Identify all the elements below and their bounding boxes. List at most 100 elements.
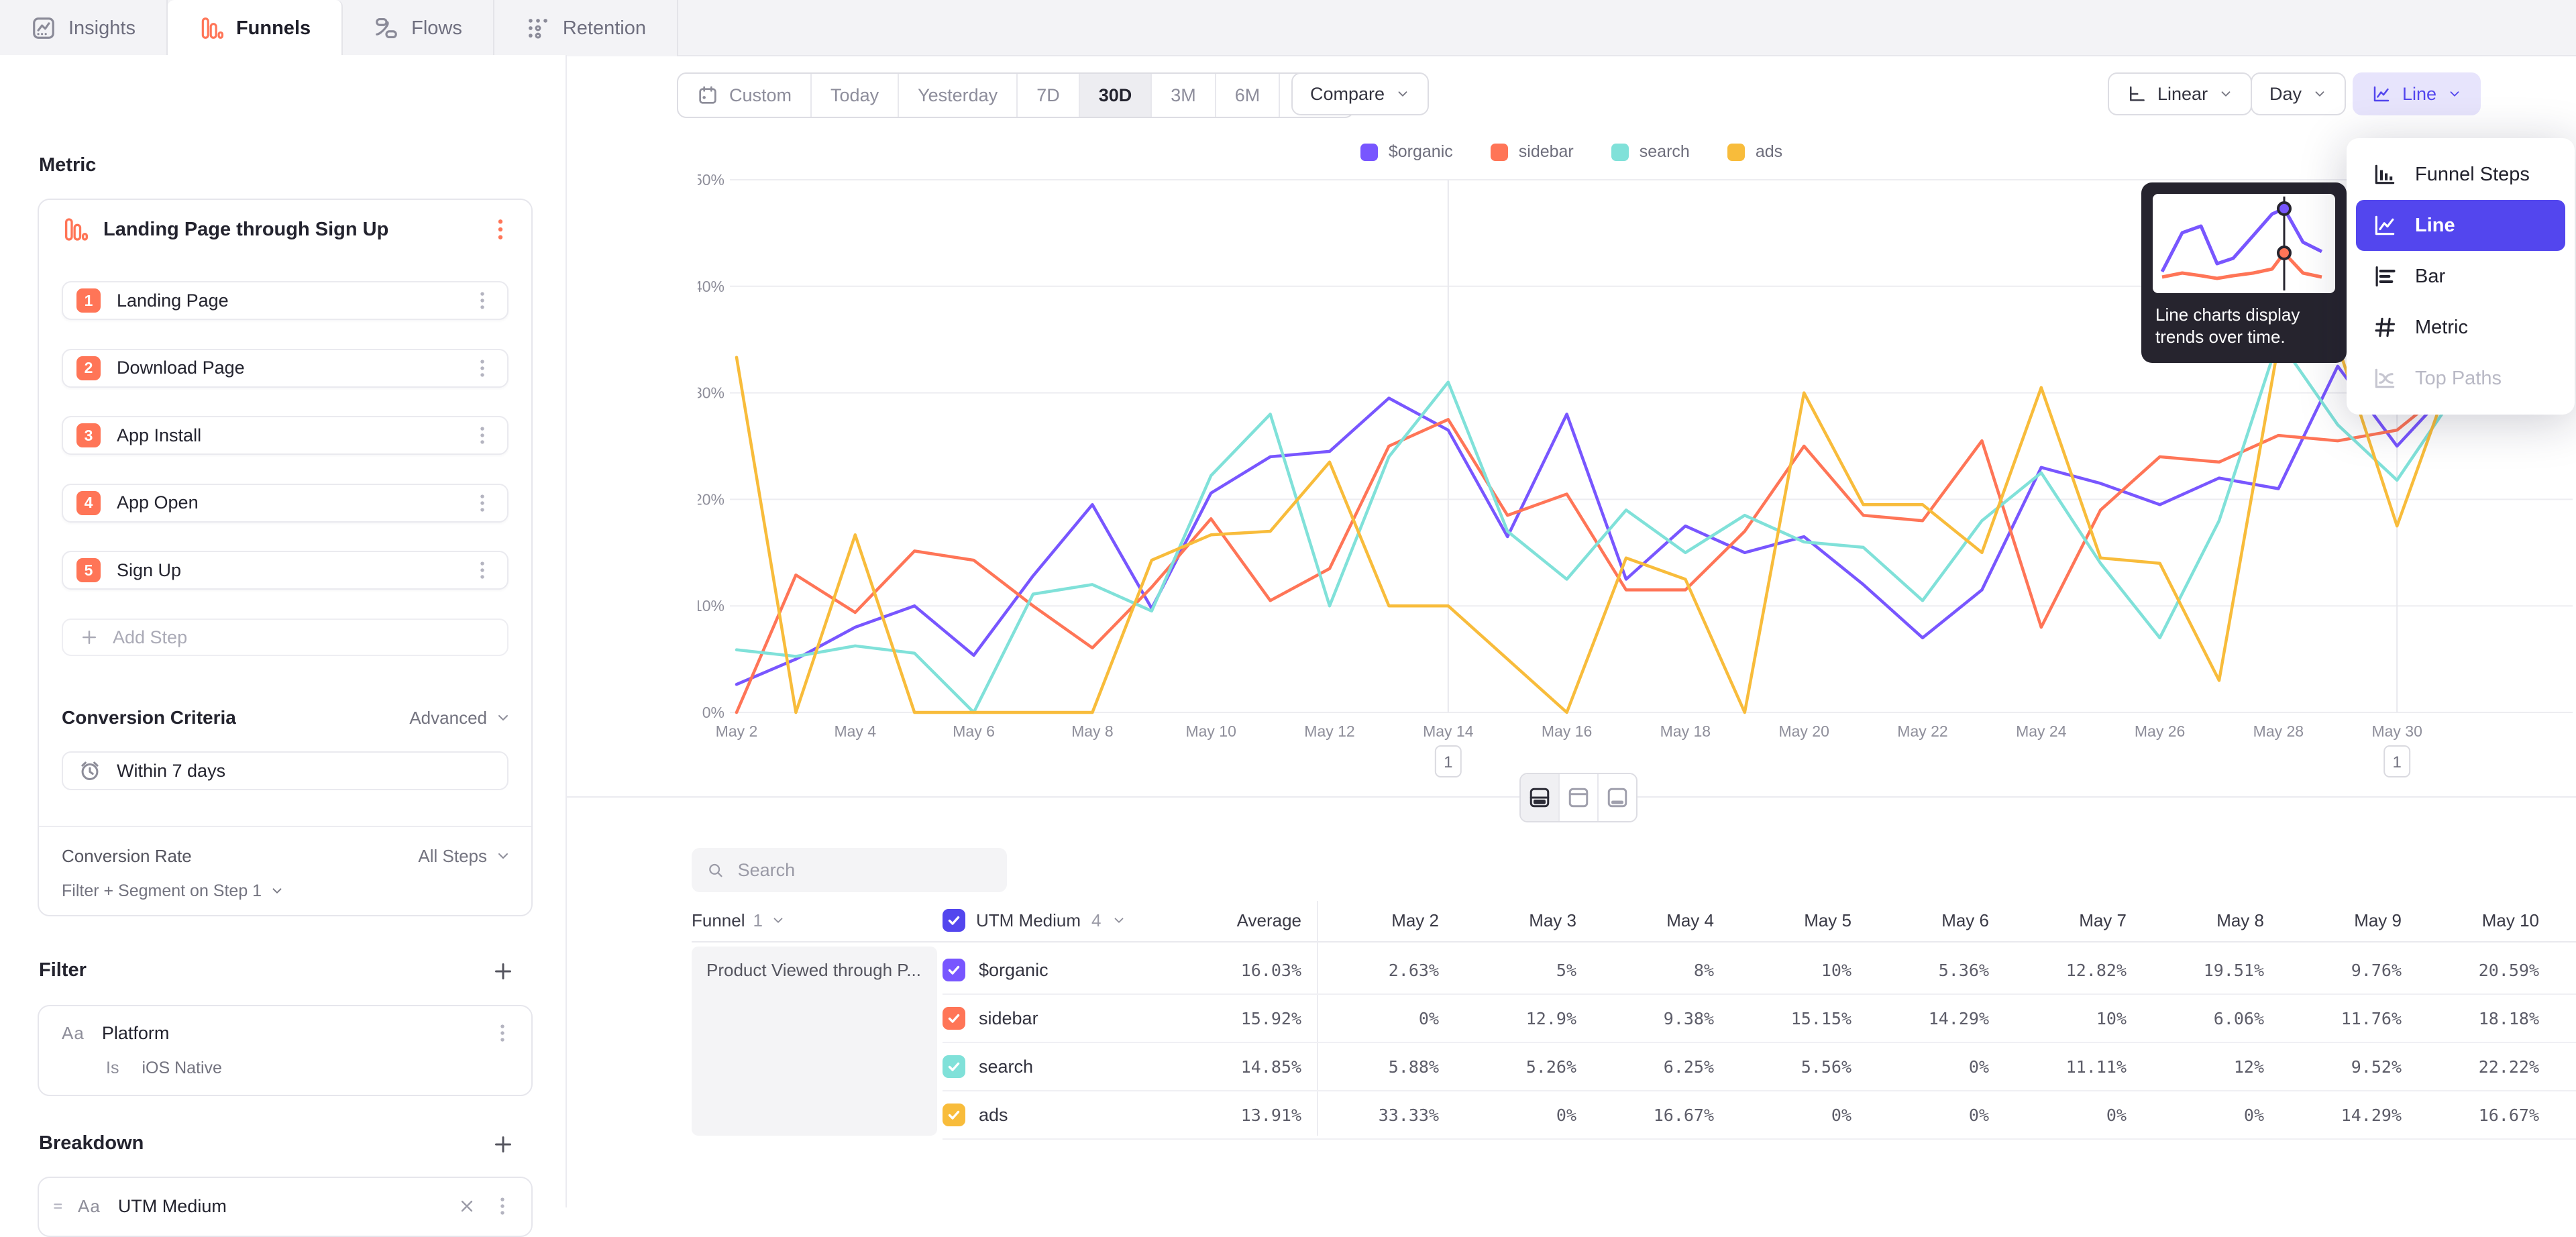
x-tick-label: May 16 (1542, 722, 1592, 740)
tab-funnels[interactable]: Funnels (168, 0, 343, 56)
funnel-step-1[interactable]: 1Landing Page (62, 281, 508, 320)
date-column-header[interactable]: May 6 (1851, 910, 1989, 931)
range-3m[interactable]: 3M (1152, 74, 1216, 117)
line-chart-icon (2371, 84, 2392, 104)
table-header-row: Funnel 1 UTM Medium 4 Average May 2May 3… (692, 901, 2576, 940)
toggle-table-view[interactable] (1599, 774, 1636, 821)
remove-breakdown-icon[interactable] (458, 1197, 476, 1216)
step-kebab-icon[interactable] (471, 424, 494, 447)
granularity-dropdown-button[interactable]: Day (2251, 72, 2346, 115)
table-row-ads[interactable]: ads13.91%33.33%0%16.67%0%0%0%0%14.29%16.… (943, 1091, 2576, 1140)
funnel-step-4[interactable]: 4App Open (62, 484, 508, 523)
row-value: 11.11% (1989, 1057, 2127, 1077)
menu-item-label: Bar (2415, 266, 2445, 288)
funnel-step-3[interactable]: 3App Install (62, 416, 508, 455)
row-value: 10% (1989, 1009, 2127, 1028)
drag-handle-icon[interactable] (51, 1197, 68, 1215)
row-value: 0% (1301, 1009, 1439, 1028)
step-label: App Open (117, 492, 471, 513)
legend-item-search[interactable]: search (1611, 142, 1690, 162)
date-column-header[interactable]: May 5 (1714, 910, 1851, 931)
tab-label: Funnels (236, 17, 311, 40)
flows-icon (374, 15, 399, 41)
breakdown-card[interactable]: Aa UTM Medium (38, 1177, 533, 1237)
conversion-criteria-title: Conversion Criteria (62, 707, 409, 729)
compare-button[interactable]: Compare (1291, 72, 1429, 115)
range-custom[interactable]: Custom (678, 74, 812, 117)
date-column-header[interactable]: May 8 (2127, 910, 2264, 931)
tab-insights[interactable]: Insights (0, 0, 168, 56)
date-column-header[interactable]: May 7 (1989, 910, 2127, 931)
row-checkbox[interactable] (943, 1007, 965, 1030)
tab-flows[interactable]: Flows (343, 0, 494, 56)
row-average: 16.03% (1164, 961, 1301, 980)
breakdown-property: UTM Medium (118, 1196, 458, 1217)
scale-dropdown-button[interactable]: Linear (2108, 72, 2252, 115)
filter-segment-dropdown[interactable]: Filter + Segment on Step 1 (62, 877, 511, 904)
table-row-sidebar[interactable]: sidebar15.92%0%12.9%9.38%15.15%14.29%10%… (943, 995, 2576, 1043)
top-paths-icon (2372, 366, 2398, 391)
add-step-button[interactable]: Add Step (62, 618, 508, 656)
toggle-split-view[interactable] (1521, 774, 1560, 821)
row-value: 0% (1851, 1106, 1989, 1125)
breakdown-column-header[interactable]: UTM Medium 4 (943, 909, 1164, 932)
step-kebab-icon[interactable] (471, 559, 494, 582)
menu-item-funnel-steps[interactable]: Funnel Steps (2356, 149, 2565, 200)
range-yesterday[interactable]: Yesterday (899, 74, 1018, 117)
table-row-organic[interactable]: $organic16.03%2.63%5%8%10%5.36%12.82%19.… (943, 947, 2576, 995)
date-column-header[interactable]: May 10 (2402, 910, 2539, 931)
advanced-label: Advanced (409, 708, 487, 729)
search-input[interactable] (737, 859, 992, 881)
tooltip-text: Line charts display trends over time. (2153, 293, 2335, 352)
range-7d[interactable]: 7D (1018, 74, 1080, 117)
funnel-step-2[interactable]: 2Download Page (62, 349, 508, 388)
range-6m[interactable]: 6M (1216, 74, 1281, 117)
tab-retention[interactable]: Retention (494, 0, 678, 56)
conversion-window[interactable]: Within 7 days (62, 751, 508, 790)
x-tick-label: May 24 (2016, 722, 2067, 740)
date-column-header[interactable]: May 4 (1576, 910, 1714, 931)
series-line-sidebar[interactable] (737, 382, 2457, 712)
x-tick-label: May 12 (1304, 722, 1354, 740)
step-kebab-icon[interactable] (471, 357, 494, 380)
series-line-ads[interactable] (737, 345, 2457, 712)
row-checkbox[interactable] (943, 959, 965, 981)
filter-kebab-icon[interactable] (491, 1022, 514, 1044)
funnel-column-header[interactable]: Funnel 1 (692, 910, 943, 931)
row-checkbox[interactable] (943, 1055, 965, 1078)
legend-item-sidebar[interactable]: sidebar (1491, 142, 1574, 162)
funnel-step-5[interactable]: 5Sign Up (62, 551, 508, 590)
menu-item-line[interactable]: Line (2356, 200, 2565, 251)
date-column-header[interactable]: May 9 (2264, 910, 2402, 931)
chevron-down-icon (771, 913, 786, 928)
metric-kebab-icon[interactable] (487, 216, 514, 243)
menu-item-bar[interactable]: Bar (2356, 251, 2565, 302)
all-steps-dropdown[interactable]: All Steps (418, 846, 511, 867)
calendar-icon (697, 85, 718, 106)
breakdown-kebab-icon[interactable] (491, 1195, 514, 1218)
step-kebab-icon[interactable] (471, 289, 494, 312)
funnel-name-cell[interactable]: Product Viewed through P... (692, 947, 937, 1136)
range-today[interactable]: Today (812, 74, 899, 117)
add-filter-button[interactable] (491, 959, 515, 983)
conversion-rate-label: Conversion Rate (62, 846, 418, 867)
date-column-header[interactable]: May 3 (1439, 910, 1576, 931)
menu-item-metric[interactable]: Metric (2356, 302, 2565, 353)
filter-card[interactable]: Aa Platform Is iOS Native (38, 1005, 533, 1096)
chart-type-dropdown-button[interactable]: Line (2353, 72, 2481, 115)
step-kebab-icon[interactable] (471, 492, 494, 515)
row-checkbox[interactable] (943, 1104, 965, 1126)
row-value: 20.59% (2402, 961, 2539, 980)
date-column-header[interactable]: May 2 (1301, 910, 1439, 931)
toggle-chart-view[interactable] (1560, 774, 1599, 821)
select-all-checkbox[interactable] (943, 909, 965, 932)
row-value: 16.67% (2402, 1106, 2539, 1125)
add-breakdown-button[interactable] (491, 1132, 515, 1157)
y-tick-label: 30% (698, 384, 724, 402)
legend-item-ads[interactable]: ads (1727, 142, 1782, 162)
table-row-search[interactable]: search14.85%5.88%5.26%6.25%5.56%0%11.11%… (943, 1043, 2576, 1091)
advanced-dropdown[interactable]: Advanced (409, 708, 511, 729)
range-30d[interactable]: 30D (1080, 74, 1152, 117)
legend-item-organic[interactable]: $organic (1360, 142, 1453, 162)
series-line-search[interactable] (737, 339, 2457, 712)
